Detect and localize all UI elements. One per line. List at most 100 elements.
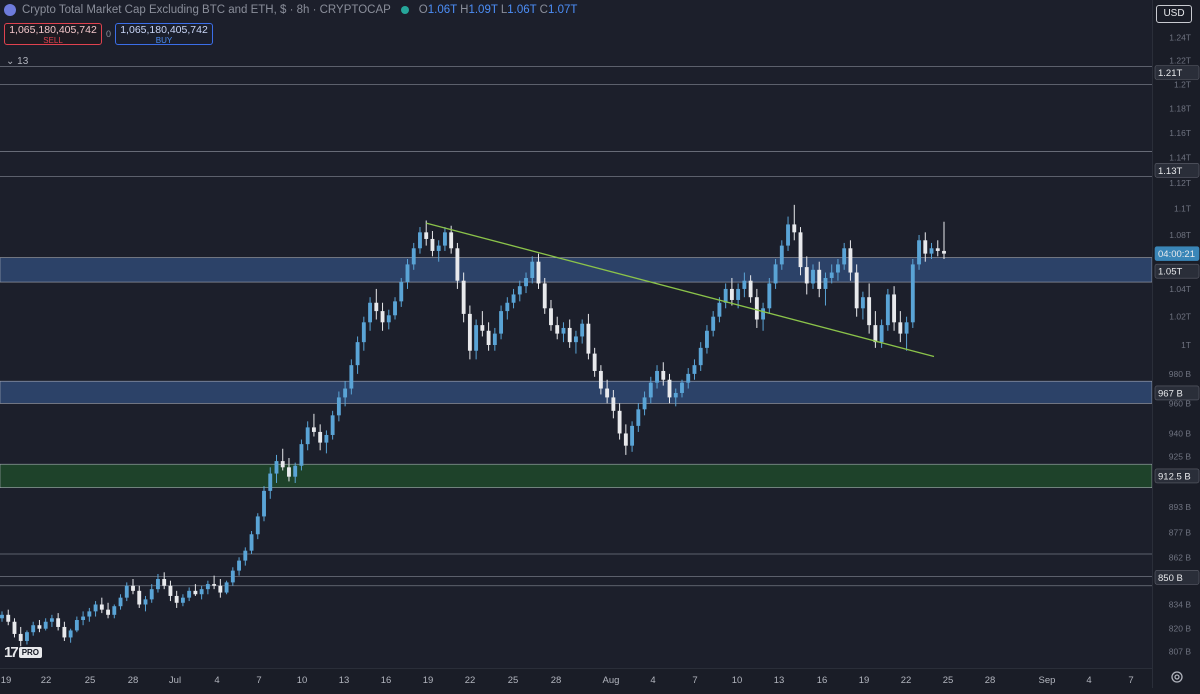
candle-body: [124, 585, 129, 598]
price-tick-label: 1.14T: [1169, 153, 1191, 163]
candle-body: [742, 280, 747, 289]
price-tick-label: 1T: [1181, 340, 1191, 350]
candle-body: [829, 272, 834, 278]
candle-body: [642, 397, 647, 410]
candle-body: [355, 342, 360, 366]
candle-body: [580, 323, 585, 337]
candle-body: [393, 301, 397, 316]
candle-body: [792, 224, 797, 233]
candle-body: [499, 311, 504, 334]
candle-body: [343, 388, 348, 398]
price-tick-label: 1.04T: [1169, 284, 1191, 294]
candle-body: [536, 261, 541, 284]
blue-zone-1: [0, 380, 1152, 404]
candle-body: [49, 618, 54, 622]
candle-body: [449, 232, 454, 249]
candle-body: [917, 240, 921, 265]
candle-body: [648, 382, 653, 398]
candle-body: [661, 370, 666, 380]
candle-body: [162, 579, 167, 586]
candle-body: [424, 232, 429, 239]
candle-body: [25, 632, 29, 641]
candle-body: [711, 316, 716, 331]
candle-body: [93, 604, 98, 612]
candle-body: [717, 302, 722, 317]
price-label-text: 04:00:21: [1158, 249, 1195, 260]
candle-body: [149, 589, 154, 600]
candle-body: [299, 444, 304, 466]
candle-body: [6, 614, 11, 622]
candle-body: [686, 373, 691, 383]
sell-button[interactable]: 1,065,180,405,742 SELL: [4, 23, 102, 45]
time-axis[interactable]: 19 22 25 28 Jul 4 7 10 13 16 19 22 25 28 Aug 4 7 10 13 16 19…: [0, 668, 1152, 689]
time-tick-label: 7: [256, 675, 261, 686]
candle-body: [405, 264, 410, 283]
candle-body: [361, 322, 366, 343]
tradingview-mark-icon: 17: [4, 644, 19, 661]
candle-body: [879, 325, 884, 343]
candle-body: [87, 611, 92, 617]
candle-body: [68, 630, 73, 638]
candle-body: [411, 248, 416, 265]
ohlc-values: O1.06T H1.09T L1.06T C1.07T: [419, 4, 578, 16]
buy-button[interactable]: 1,065,180,405,742 BUY: [115, 23, 214, 45]
candle-body: [773, 264, 778, 284]
candle-body: [811, 269, 815, 284]
time-tick-label: 4: [214, 675, 219, 686]
buy-price: 1,065,180,405,742: [120, 24, 208, 36]
candle-body: [786, 224, 790, 246]
candle-body: [293, 465, 298, 477]
price-tick-label: 862 B: [1169, 552, 1192, 562]
green-zone-2: [0, 463, 1152, 489]
pro-badge: PRO: [18, 647, 43, 658]
symbol-title[interactable]: Crypto Total Market Cap Excluding BTC an…: [22, 4, 391, 16]
chart-canvas[interactable]: Crypto Total Market Cap Excluding BTC an…: [0, 0, 1152, 668]
price-axis-labels: 1.24T 1.22T 1.2T 1.18T 1.16T 1.14T 1.12T 1.1T 1.…: [1154, 32, 1200, 657]
gear-icon[interactable]: [1170, 670, 1184, 684]
candle-body: [324, 434, 329, 443]
price-tick-label: 893 B: [1169, 502, 1192, 512]
candle-body: [698, 347, 703, 366]
candle-body: [305, 427, 310, 445]
candle-body: [418, 232, 422, 249]
open-label: O: [418, 4, 428, 16]
candle-body: [798, 232, 803, 268]
candle-body: [430, 238, 435, 251]
low-value: 1.06T: [507, 4, 537, 16]
candle-body: [287, 467, 291, 477]
candle-body: [561, 327, 566, 334]
candle-body: [598, 370, 603, 389]
sell-price: 1,065,180,405,742: [9, 24, 97, 36]
price-axis[interactable]: 1.24T 1.22T 1.2T 1.18T 1.16T 1.14T 1.12T 1.1T 1.…: [1152, 0, 1200, 688]
candle-body: [836, 264, 840, 273]
indicators-toggle[interactable]: ⌄ 13: [6, 56, 28, 67]
candle-body: [542, 283, 547, 309]
time-tick-label: 4: [1086, 675, 1091, 686]
candle-body: [12, 621, 17, 634]
candle-body: [942, 250, 946, 254]
candle-body: [218, 585, 223, 593]
currency-button[interactable]: USD: [1156, 5, 1192, 23]
candle-body: [168, 585, 173, 596]
candle-body: [754, 297, 759, 320]
price-chart[interactable]: [0, 0, 1152, 668]
price-tick-label: 980 B: [1169, 369, 1192, 379]
trade-panel: 1,065,180,405,742 SELL 0 1,065,180,405,7…: [4, 23, 214, 45]
candle-body: [474, 325, 479, 351]
candle-body: [199, 589, 204, 595]
candle-body: [180, 597, 185, 603]
candle-body: [143, 599, 148, 605]
tradingview-logo[interactable]: 17 PRO: [4, 644, 43, 661]
time-tick-label: 7: [1128, 675, 1133, 686]
candle-body: [237, 560, 241, 571]
candle-body: [842, 248, 847, 265]
blue-zone-0: [0, 257, 1152, 283]
price-label-text: 912.5 B: [1158, 471, 1191, 482]
candle-body: [0, 614, 4, 619]
candle-body: [524, 277, 528, 287]
candle-body: [860, 297, 865, 309]
close-label: C: [539, 4, 548, 16]
close-value: 1.07T: [547, 4, 578, 16]
price-tick-label: 1.08T: [1169, 230, 1191, 240]
candle-body: [255, 516, 260, 535]
